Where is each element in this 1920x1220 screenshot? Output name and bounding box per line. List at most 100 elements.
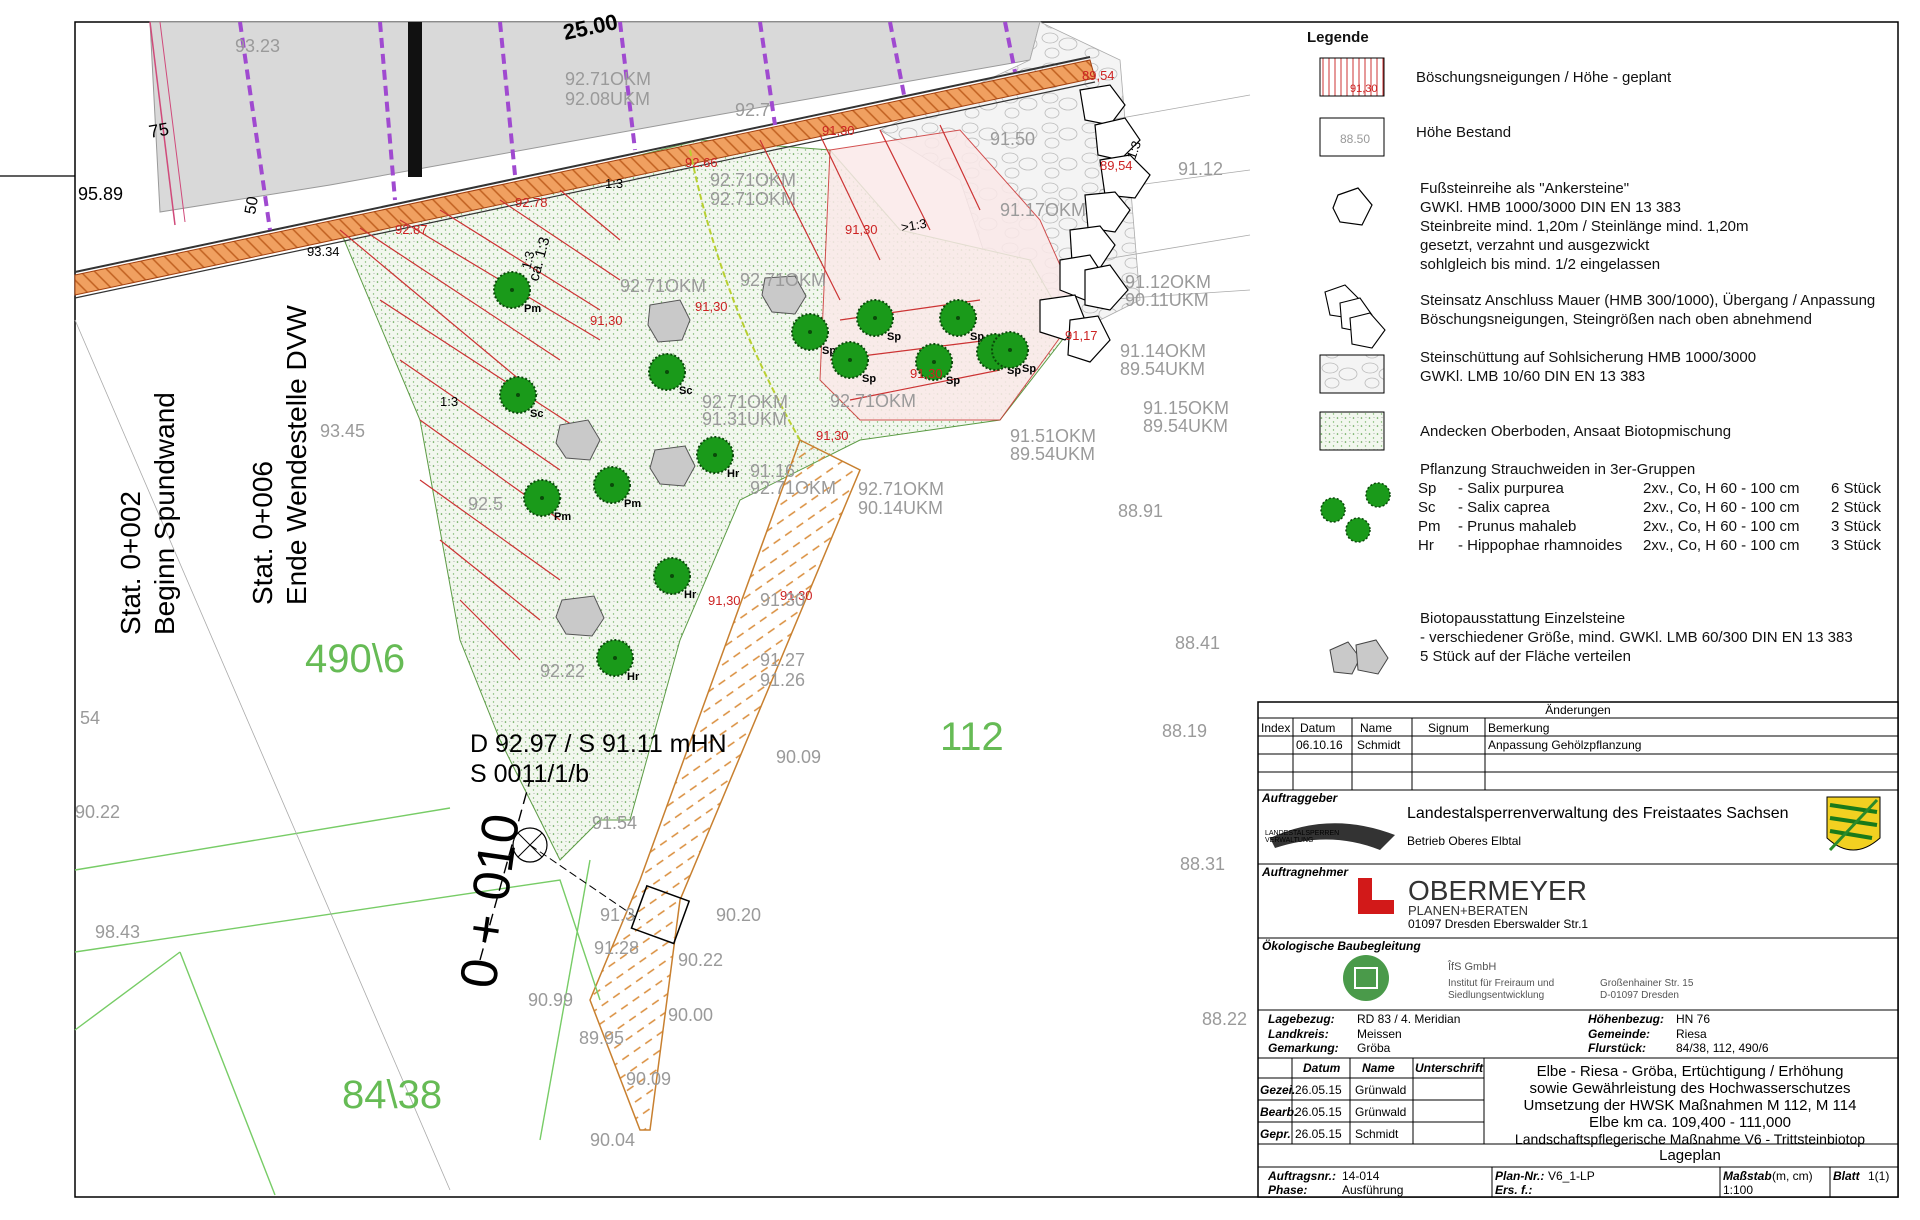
svg-text:89.54UKM: 89.54UKM: [1120, 359, 1205, 379]
svg-text:92.78: 92.78: [515, 195, 548, 210]
svg-text:26.05.15: 26.05.15: [1295, 1105, 1342, 1119]
svg-text:88.41: 88.41: [1175, 633, 1220, 653]
svg-text:Name: Name: [1362, 1061, 1395, 1075]
svg-text:90.22: 90.22: [75, 802, 120, 822]
svg-text:91.54: 91.54: [592, 813, 637, 833]
title-block: Änderungen Index Datum Name Signum Bemer…: [1257, 701, 1899, 1198]
legend-single-stone-icon: [1329, 639, 1389, 675]
svg-text:88.91: 88.91: [1118, 501, 1163, 521]
svg-text:Pm: Pm: [524, 303, 541, 315]
legend-topsoil-swatch: [1319, 411, 1385, 451]
svg-text:90.11UKM: 90.11UKM: [1125, 290, 1209, 310]
svg-text:Ökologische Baubegleitung: Ökologische Baubegleitung: [1262, 938, 1421, 953]
svg-text:06.10.16: 06.10.16: [1296, 738, 1343, 752]
svg-text:91.50: 91.50: [990, 129, 1035, 149]
svg-text:Landkreis:: Landkreis:: [1268, 1027, 1329, 1041]
svg-text:Böschungsneigungen, Steingröße: Böschungsneigungen, Steingrößen nach obe…: [1420, 311, 1812, 328]
svg-text:90.09: 90.09: [626, 1069, 671, 1089]
svg-text:- Prunus mahaleb: - Prunus mahaleb: [1458, 518, 1576, 535]
svg-text:Lageplan: Lageplan: [1659, 1147, 1721, 1164]
svg-text:92.08UKM: 92.08UKM: [565, 89, 650, 109]
svg-text:sohlgleich bis mind. 1/2 einge: sohlgleich bis mind. 1/2 eingelassen: [1420, 256, 1660, 273]
svg-text:89.54UKM: 89.54UKM: [1010, 444, 1095, 464]
dim-50: 50: [242, 195, 262, 216]
legend-title: Legende: [1307, 29, 1369, 46]
station-big: 0 + 010: [449, 810, 531, 991]
survey-line-1: D 92.97 / S 91.11 mHN: [470, 730, 727, 758]
svg-text:Gezei.: Gezei.: [1260, 1083, 1295, 1097]
svg-text:90.99: 90.99: [528, 990, 573, 1010]
svg-text:Name: Name: [1360, 721, 1392, 735]
svg-text:Grünwald: Grünwald: [1355, 1105, 1406, 1119]
svg-text:Gepr.: Gepr.: [1260, 1127, 1291, 1141]
legend-riprap-swatch: [1319, 354, 1385, 394]
svg-text:1:3: 1:3: [440, 394, 458, 409]
svg-text:Hr: Hr: [684, 589, 697, 601]
svg-text:91.51OKM: 91.51OKM: [1010, 426, 1096, 446]
svg-text:1(1): 1(1): [1868, 1169, 1889, 1183]
svg-text:Gemarkung:: Gemarkung:: [1268, 1041, 1339, 1055]
svg-text:(m, cm): (m, cm): [1772, 1169, 1813, 1183]
svg-text:- Hippophae rhamnoides: - Hippophae rhamnoides: [1458, 537, 1622, 554]
svg-text:Steinsatz Anschluss Mauer (HMB: Steinsatz Anschluss Mauer (HMB 300/1000)…: [1420, 291, 1875, 309]
dim-75: 75: [147, 119, 170, 142]
svg-text:- Salix caprea: - Salix caprea: [1458, 499, 1550, 516]
svg-text:88.22: 88.22: [1202, 1009, 1247, 1029]
svg-text:88.19: 88.19: [1162, 721, 1207, 741]
svg-text:92.71OKM: 92.71OKM: [830, 391, 916, 411]
svg-text:3 Stück: 3 Stück: [1831, 518, 1882, 535]
svg-text:92.66: 92.66: [685, 155, 718, 170]
svg-text:- Salix purpurea: - Salix purpurea: [1458, 480, 1565, 497]
svg-text:Plan-Nr.:: Plan-Nr.:: [1495, 1169, 1544, 1183]
svg-text:Gemeinde:: Gemeinde:: [1588, 1027, 1650, 1041]
station-1: Stat. 0+002 Beginn Spundwand: [115, 392, 180, 635]
svg-text:89.95: 89.95: [579, 1028, 624, 1048]
svg-text:Sp: Sp: [887, 331, 901, 343]
svg-text:V6_1-LP: V6_1-LP: [1548, 1169, 1595, 1183]
ifs-logo-icon: [1343, 955, 1389, 1001]
svg-text:91,30: 91,30: [590, 313, 623, 328]
svg-text:91.12: 91.12: [1178, 159, 1223, 179]
svg-text:Ende Wendestelle DVW: Ende Wendestelle DVW: [281, 305, 312, 605]
svg-text:91,17: 91,17: [1065, 328, 1098, 343]
svg-text:84/38, 112, 490/6: 84/38, 112, 490/6: [1676, 1041, 1769, 1055]
svg-text:GWKl. HMB 1000/3000 DIN EN 13: GWKl. HMB 1000/3000 DIN EN 13 383: [1420, 199, 1681, 216]
parcel-490: 490\6: [305, 637, 405, 681]
svg-text:Sp: Sp: [862, 373, 876, 385]
svg-text:Sp: Sp: [1022, 363, 1036, 375]
svg-text:91.28: 91.28: [594, 938, 639, 958]
svg-text:89,54: 89,54: [1082, 68, 1115, 83]
svg-text:Steinbreite mind. 1,20m / Stei: Steinbreite mind. 1,20m / Steinlänge min…: [1420, 218, 1749, 235]
legend-stone-set-icon: [1324, 284, 1386, 349]
legend-topsoil-label: Andecken Oberboden, Ansaat Biotopmischun…: [1420, 423, 1731, 440]
svg-text:Stat. 0+002: Stat. 0+002: [115, 491, 146, 635]
svg-text:92.71OKM: 92.71OKM: [740, 270, 826, 290]
svg-text:Institut für Freiraum und: Institut für Freiraum und: [1448, 978, 1554, 989]
svg-text:91,30: 91,30: [822, 123, 855, 138]
svg-text:Sc: Sc: [1418, 499, 1436, 516]
svg-text:PLANEN+BERATEN: PLANEN+BERATEN: [1408, 903, 1528, 918]
svg-text:89.54UKM: 89.54UKM: [1143, 416, 1228, 436]
svg-text:Pm: Pm: [554, 511, 571, 523]
svg-text:Fußsteinreihe als "Ankersteine: Fußsteinreihe als "Ankersteine": [1420, 180, 1629, 197]
svg-text:Riesa: Riesa: [1676, 1027, 1707, 1041]
svg-text:Pm: Pm: [624, 498, 641, 510]
svg-text:Umsetzung der HWSK Maßnahmen M: Umsetzung der HWSK Maßnahmen M 112, M 11…: [1524, 1097, 1857, 1114]
parcel-84: 84\38: [342, 1073, 442, 1117]
svg-text:Sp: Sp: [946, 375, 960, 387]
svg-text:2xv., Co, H 60 - 100 cm: 2xv., Co, H 60 - 100 cm: [1643, 480, 1799, 497]
svg-text:Elbe km ca. 109,400 - 111,000: Elbe km ca. 109,400 - 111,000: [1589, 1114, 1791, 1131]
svg-text:90.20: 90.20: [716, 905, 761, 925]
svg-text:Hr: Hr: [1418, 537, 1434, 554]
svg-text:Sc: Sc: [679, 385, 692, 397]
legend-plant-icon: [1320, 482, 1391, 543]
svg-text:91,30: 91,30: [695, 299, 728, 314]
station-2: Stat. 0+006 Ende Wendestelle DVW: [247, 305, 312, 605]
svg-text:ÎfS GmbH: ÎfS GmbH: [1447, 960, 1496, 973]
svg-text:54: 54: [80, 708, 100, 728]
svg-text:98.43: 98.43: [95, 922, 140, 942]
svg-text:91.17OKM: 91.17OKM: [1000, 200, 1086, 220]
svg-text:88.31: 88.31: [1180, 854, 1225, 874]
svg-text:Beginn Spundwand: Beginn Spundwand: [149, 392, 180, 635]
legend-height-label: Höhe Bestand: [1416, 124, 1511, 141]
